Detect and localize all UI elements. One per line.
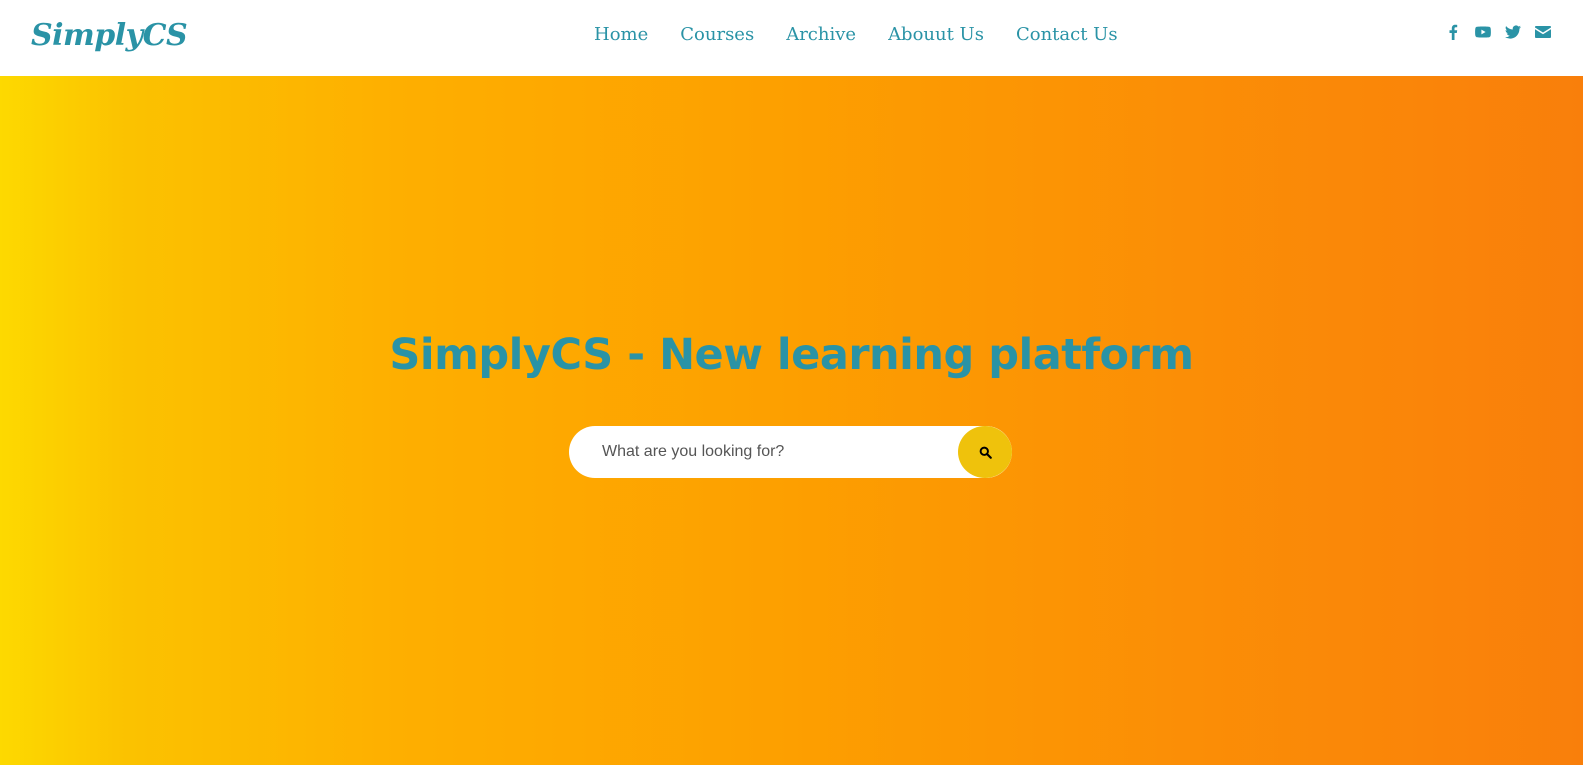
search-button[interactable] bbox=[958, 426, 1012, 478]
main-nav: Home Courses Archive Abouut Us Contact U… bbox=[594, 24, 1150, 45]
social-links bbox=[1445, 24, 1551, 40]
search-input[interactable] bbox=[602, 432, 942, 472]
nav-link-about-us[interactable]: Abouut Us bbox=[888, 24, 984, 45]
envelope-icon[interactable] bbox=[1535, 24, 1551, 40]
top-navbar: SimplyCS Home Courses Archive Abouut Us … bbox=[0, 0, 1583, 76]
hero-title: SimplyCS - New learning platform bbox=[389, 330, 1194, 380]
search-bar bbox=[569, 426, 1012, 478]
nav-link-contact-us[interactable]: Contact Us bbox=[1016, 24, 1118, 45]
youtube-icon[interactable] bbox=[1475, 24, 1491, 40]
twitter-icon[interactable] bbox=[1505, 24, 1521, 40]
search-icon bbox=[979, 446, 992, 459]
facebook-icon[interactable] bbox=[1445, 24, 1461, 40]
nav-link-courses[interactable]: Courses bbox=[680, 24, 754, 45]
nav-link-home[interactable]: Home bbox=[594, 24, 648, 45]
hero-section: SimplyCS - New learning platform bbox=[0, 76, 1583, 765]
nav-link-archive[interactable]: Archive bbox=[786, 24, 856, 45]
site-logo[interactable]: SimplyCS bbox=[31, 18, 188, 53]
